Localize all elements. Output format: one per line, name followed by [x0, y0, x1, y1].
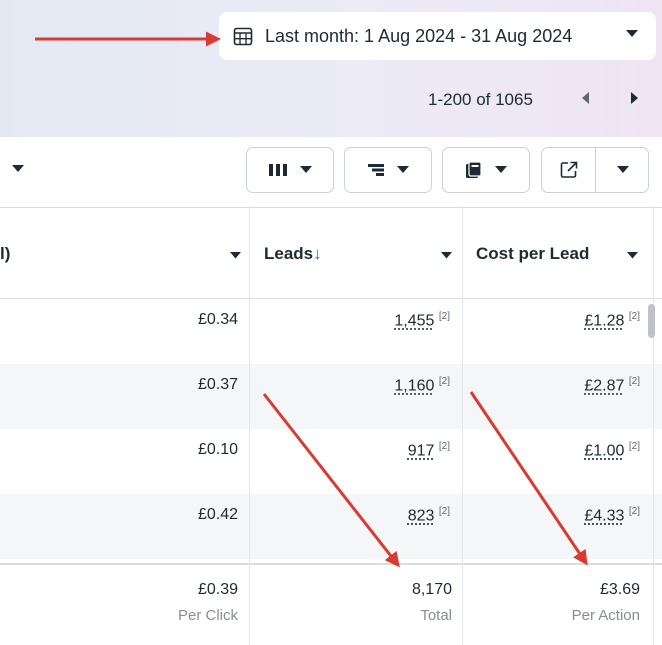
table-row[interactable]: £0.10 917 [2] £1.00 [2] [0, 429, 662, 494]
cost-per-click-cell: £0.10 [197, 441, 238, 458]
columns-icon [269, 164, 287, 176]
chevron-down-icon [616, 166, 629, 173]
leads-cell[interactable]: 1,160 [2] [394, 376, 450, 395]
date-range-label: Last month: 1 Aug 2024 - 31 Aug 2024 [265, 25, 573, 46]
columns-button[interactable] [246, 147, 334, 193]
leads-cell[interactable]: 823 [2] [408, 506, 450, 525]
pagination: 1-200 of 1065 [0, 76, 662, 126]
leads-header-label: Leads [264, 244, 314, 263]
column-divider [653, 207, 654, 645]
column-divider [249, 207, 250, 645]
totals-row: £0.39 Per Click 8,170 Total £3.69 Per Ac… [0, 563, 662, 645]
chevron-down-icon [397, 166, 409, 173]
cost-per-lead-cell[interactable]: £1.00 [2] [584, 441, 640, 460]
cost-per-lead-cell[interactable]: £1.28 [2] [584, 311, 640, 330]
breakdown-icon [368, 164, 384, 176]
chevron-down-icon [626, 30, 638, 37]
chevron-down-icon[interactable] [441, 252, 452, 259]
column-divider [462, 207, 463, 645]
reports-icon [466, 161, 482, 178]
total-cost-per-click: £0.39 Per Click [177, 581, 238, 624]
chevron-down-icon[interactable] [230, 252, 241, 259]
cost-per-click-cell: £0.37 [197, 376, 238, 393]
total-leads: 8,170 Total [411, 581, 452, 624]
total-cost-per-lead: £3.69 Per Action [571, 581, 640, 624]
next-page-icon[interactable] [630, 91, 640, 105]
cost-per-lead-cell[interactable]: £4.33 [2] [584, 506, 640, 525]
leads-cell[interactable]: 917 [2] [408, 441, 450, 460]
chevron-down-icon[interactable] [12, 165, 24, 173]
date-range-button[interactable]: Last month: 1 Aug 2024 - 31 Aug 2024 [219, 12, 656, 60]
table-header: l) Leads↓ Cost per Lead [0, 207, 662, 299]
table-toolbar [0, 137, 662, 207]
chevron-down-icon [495, 166, 507, 173]
calendar-icon [233, 27, 253, 46]
vertical-scrollbar[interactable] [648, 304, 655, 338]
column-header-leads[interactable]: Leads↓ [264, 244, 322, 264]
breakdown-button[interactable] [344, 147, 432, 193]
reports-button[interactable] [442, 147, 530, 193]
cost-per-click-cell: £0.34 [197, 311, 238, 328]
cost-per-lead-cell[interactable]: £2.87 [2] [584, 376, 640, 395]
chevron-down-icon[interactable] [627, 252, 638, 259]
table-row[interactable]: £0.37 1,160 [2] £2.87 [2] [0, 364, 662, 429]
previous-page-icon[interactable] [580, 91, 590, 105]
pagination-label: 1-200 of 1065 [428, 90, 533, 109]
export-button[interactable] [542, 148, 595, 192]
sort-descending-icon: ↓ [313, 244, 322, 263]
chevron-down-icon [300, 166, 312, 173]
export-split-button [541, 147, 649, 193]
export-options-button[interactable] [596, 148, 649, 192]
table-row[interactable]: £0.34 1,455 [2] £1.28 [2] [0, 299, 662, 364]
cost-per-click-cell: £0.42 [197, 506, 238, 523]
export-icon [560, 161, 577, 178]
column-header-cost-per-lead[interactable]: Cost per Lead [476, 244, 589, 264]
leads-cell[interactable]: 1,455 [2] [394, 311, 450, 330]
column-header-cost-per-click[interactable]: l) [0, 244, 10, 264]
table-row[interactable]: £0.42 823 [2] £4.33 [2] [0, 494, 662, 559]
